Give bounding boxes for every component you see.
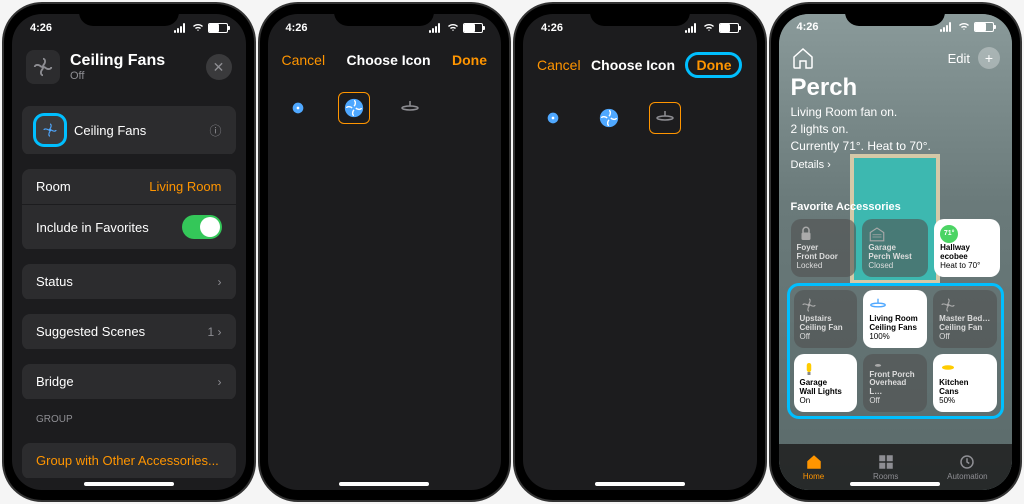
edit-button[interactable]: Edit (948, 51, 970, 66)
fan-icon (800, 296, 818, 314)
room-row[interactable]: RoomLiving Room (22, 169, 236, 205)
tile-garage[interactable]: GaragePerch WestClosed (862, 219, 928, 277)
garage-icon (868, 225, 886, 243)
icon-option-fan-large[interactable] (593, 102, 625, 134)
icon-option-fan-small[interactable] (282, 92, 314, 124)
device-icon[interactable] (36, 116, 64, 144)
accessory-header: Ceiling Fans Off ✕ (12, 42, 246, 92)
choose-icon-header: Cancel Choose Icon Done (268, 42, 502, 78)
chevron-right-icon: › (218, 275, 222, 289)
icon-option-ceiling-fan[interactable] (394, 92, 426, 124)
can-light-icon (939, 360, 957, 378)
accessory-state: Off (70, 70, 196, 82)
add-button[interactable]: + (978, 47, 1000, 69)
light-icon (869, 360, 887, 371)
phone-4: 4:26 Edit + Perch Living Room fan on. 2 … (771, 4, 1021, 500)
icon-option-fan-large[interactable] (338, 92, 370, 124)
phone-1: 4:26 Ceiling Fans Off ✕ Ceiling Fans ⓘ R… (4, 4, 254, 500)
info-icon: ⓘ (209, 122, 221, 139)
cancel-button[interactable]: Cancel (282, 52, 326, 68)
time: 4:26 (30, 22, 52, 34)
fan-icon (939, 296, 957, 314)
group-link[interactable]: Group with Other Accessories... (22, 443, 236, 479)
fan-icon (26, 50, 60, 84)
icon-options (268, 78, 502, 138)
favorites-row: Include in Favorites (22, 205, 236, 250)
chevron-right-icon: › (218, 375, 222, 389)
tile-upstairs-fan[interactable]: UpstairsCeiling FanOff (794, 290, 858, 348)
group-section-label: GROUP (22, 400, 236, 429)
icon-option-ceiling-fan[interactable] (649, 102, 681, 134)
done-button[interactable]: Done (685, 52, 742, 78)
tile-living-room-fans[interactable]: Living RoomCeiling Fans100% (863, 290, 927, 348)
lock-icon (797, 225, 815, 243)
phone-3: 4:26 Cancel Choose Icon Done (515, 4, 765, 500)
header-title: Choose Icon (591, 57, 675, 73)
done-button[interactable]: Done (452, 52, 487, 68)
tile-master-fan[interactable]: Master Bed…Ceiling FanOff (933, 290, 997, 348)
scenes-row[interactable]: Suggested Scenes1 › (22, 314, 236, 350)
tile-garage-lights[interactable]: GarageWall LightsOn (794, 354, 858, 412)
ceiling-fan-icon (869, 296, 887, 314)
choose-icon-header: Cancel Choose Icon Done (523, 42, 757, 88)
cancel-button[interactable]: Cancel (537, 57, 581, 73)
details-link[interactable]: Details › (791, 159, 1001, 171)
status-text: Living Room fan on. 2 lights on. Current… (791, 104, 1001, 154)
tile-kitchen-cans[interactable]: KitchenCans50% (933, 354, 997, 412)
device-row[interactable]: Ceiling Fans ⓘ (22, 106, 236, 155)
icon-option-fan-small[interactable] (537, 102, 569, 134)
favorite-tiles: FoyerFront DoorLocked GaragePerch WestCl… (791, 219, 1001, 277)
status-row[interactable]: Status› (22, 264, 236, 300)
phone-2: 4:26 Cancel Choose Icon Done (260, 4, 510, 500)
accessory-title: Ceiling Fans (70, 52, 196, 70)
tile-ecobee[interactable]: 71°HallwayecobeeHeat to 70° (934, 219, 1000, 277)
room-value: Living Room (149, 179, 221, 194)
home-icon[interactable] (791, 46, 815, 70)
tile-foyer-door[interactable]: FoyerFront DoorLocked (791, 219, 857, 277)
close-button[interactable]: ✕ (206, 54, 232, 80)
header-title: Choose Icon (347, 52, 431, 68)
home-title: Perch (791, 74, 1001, 102)
bulb-icon (800, 360, 818, 378)
thermostat-icon: 71° (940, 225, 958, 243)
favorites-toggle[interactable] (182, 215, 222, 239)
favorites-label: Favorite Accessories (791, 201, 1001, 213)
icon-options (523, 88, 757, 148)
device-name: Ceiling Fans (74, 123, 146, 138)
bridge-row[interactable]: Bridge› (22, 364, 236, 400)
tile-porch-light[interactable]: Front PorchOverhead L…Off (863, 354, 927, 412)
